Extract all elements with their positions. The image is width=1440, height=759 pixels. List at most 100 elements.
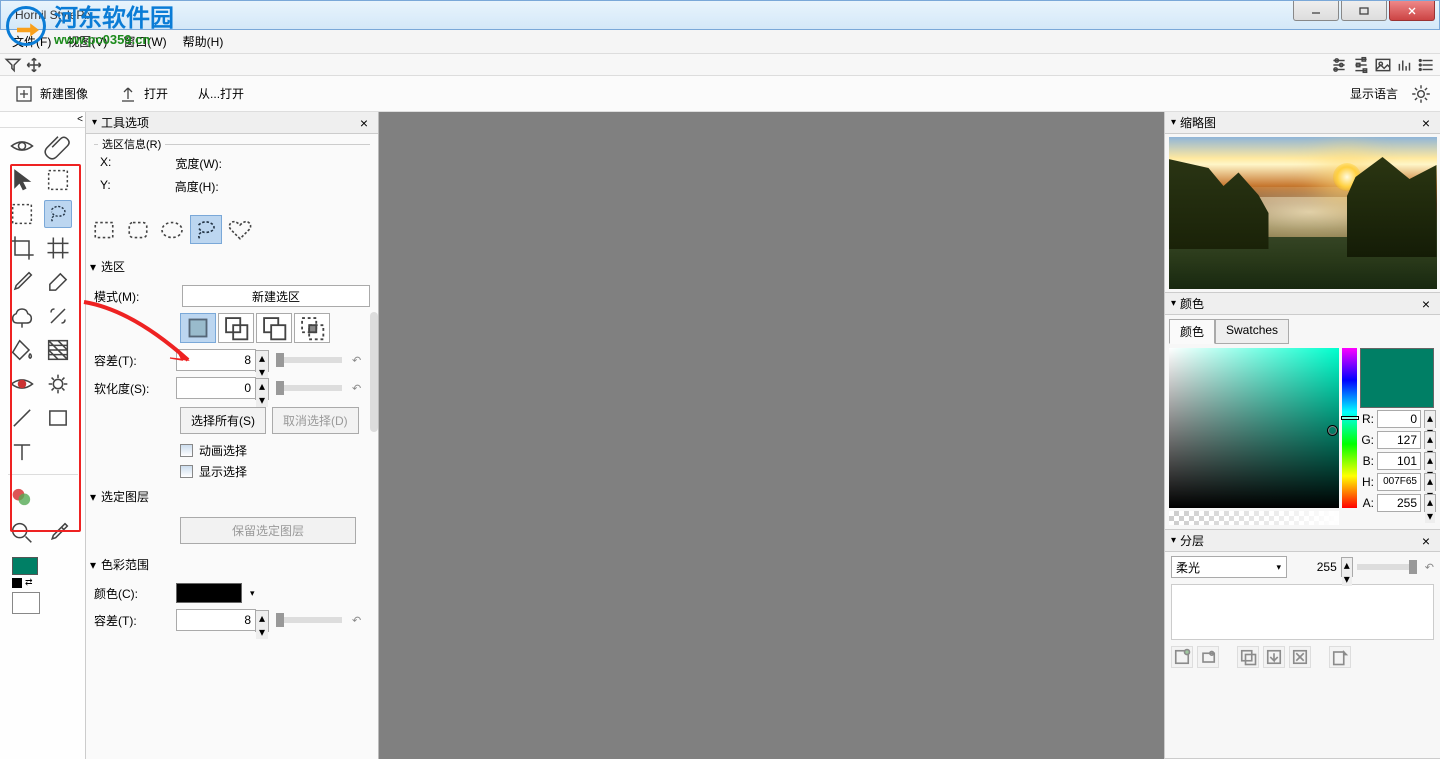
layers-list[interactable] [1171, 584, 1434, 640]
opacity-spin[interactable]: ▴▾ [1341, 557, 1353, 577]
menu-window[interactable]: 窗口(W) [115, 31, 174, 52]
canvas-area[interactable] [379, 112, 1164, 759]
tolerance-slider[interactable] [278, 357, 342, 363]
section-selection[interactable]: ▾选区 [90, 254, 370, 279]
maximize-button[interactable] [1341, 1, 1387, 21]
adjust-icon[interactable] [1352, 57, 1370, 73]
tool-pattern[interactable] [44, 336, 72, 364]
cr-tolerance-reset-icon[interactable]: ↶ [352, 614, 361, 627]
minimize-button[interactable] [1293, 1, 1339, 21]
a-spin[interactable]: ▴▾ [1424, 494, 1436, 512]
menu-file[interactable]: 文件(F) [4, 31, 59, 52]
tolerance-reset-icon[interactable]: ↶ [352, 354, 361, 367]
show-select-checkbox[interactable] [180, 465, 193, 478]
open-button[interactable]: 打开 [112, 80, 174, 108]
section-selected-layer[interactable]: ▾选定图层 [90, 484, 370, 509]
g-spin[interactable]: ▴▾ [1424, 431, 1436, 449]
hue-slider[interactable] [1342, 348, 1357, 508]
close-button[interactable] [1389, 1, 1435, 21]
tool-redeye[interactable] [8, 370, 36, 398]
mode-new[interactable] [180, 313, 216, 343]
foreground-color-swatch[interactable] [12, 557, 38, 575]
delete-layer-button[interactable] [1289, 646, 1311, 668]
mode-intersect[interactable] [294, 313, 330, 343]
select-all-button[interactable]: 选择所有(S) [180, 407, 266, 434]
chevron-down-icon[interactable]: ▾ [1171, 535, 1176, 546]
mode-dropdown[interactable]: 新建选区 [182, 285, 370, 307]
close-panel-button[interactable]: × [356, 115, 372, 131]
tool-lasso[interactable] [44, 200, 72, 228]
new-image-button[interactable]: 新建图像 [8, 80, 94, 108]
tool-rect-select[interactable] [8, 200, 36, 228]
mode-subtract[interactable] [256, 313, 292, 343]
softness-slider[interactable] [278, 385, 342, 391]
opacity-slider[interactable] [1357, 564, 1415, 570]
swap-colors-icon[interactable]: ⇄ [25, 577, 33, 588]
a-input[interactable]: 255 [1377, 494, 1421, 512]
new-layer-button[interactable] [1171, 646, 1193, 668]
collapse-left-icon[interactable]: < [77, 114, 83, 125]
color-tab-color[interactable]: 颜色 [1169, 319, 1215, 344]
options-scrollbar[interactable] [370, 312, 378, 432]
tool-crop[interactable] [8, 234, 36, 262]
deselect-button[interactable]: 取消选择(D) [272, 407, 359, 434]
chevron-down-icon[interactable]: ▾ [1171, 117, 1176, 128]
sliders-icon[interactable] [1330, 57, 1348, 73]
keep-selected-layer-button[interactable]: 保留选定图层 [180, 517, 356, 544]
h-input[interactable]: 007F65 [1377, 473, 1421, 491]
cr-color-swatch[interactable] [176, 583, 242, 603]
alpha-slider[interactable] [1169, 511, 1339, 525]
h-spin[interactable]: ▴▾ [1424, 473, 1436, 491]
tool-eraser[interactable] [44, 268, 72, 296]
menu-view[interactable]: 视图(V) [59, 31, 115, 52]
sv-picker[interactable] [1169, 348, 1339, 508]
image-icon[interactable] [1374, 57, 1392, 73]
tool-marquee-dashed[interactable] [44, 166, 72, 194]
tolerance-input[interactable]: 8▴▾ [176, 349, 256, 371]
layer-props-button[interactable] [1329, 646, 1351, 668]
r-input[interactable]: 0 [1377, 410, 1421, 428]
tool-pointer[interactable] [8, 166, 36, 194]
histogram-icon[interactable] [1396, 57, 1414, 73]
shape-rect-dashed[interactable] [88, 215, 120, 244]
tool-dodge[interactable] [44, 370, 72, 398]
close-layers-panel[interactable]: × [1418, 533, 1434, 549]
blend-mode-select[interactable]: 柔光 ▾ [1171, 556, 1287, 578]
move-icon[interactable] [25, 57, 43, 73]
tool-text[interactable] [8, 438, 36, 466]
new-group-button[interactable] [1197, 646, 1219, 668]
list-icon[interactable] [1418, 57, 1436, 73]
mode-add[interactable] [218, 313, 254, 343]
tool-grid[interactable] [44, 234, 72, 262]
current-color-swatch[interactable] [1360, 348, 1434, 408]
display-language-label[interactable]: 显示语言 [1350, 85, 1398, 102]
merge-down-button[interactable] [1263, 646, 1285, 668]
tool-attachment[interactable] [44, 132, 72, 160]
r-spin[interactable]: ▴▾ [1424, 410, 1436, 428]
tool-brush[interactable] [8, 268, 36, 296]
cr-tolerance-slider[interactable] [278, 617, 342, 623]
tool-clone[interactable] [8, 302, 36, 330]
shape-lasso[interactable] [190, 215, 222, 244]
close-color-panel[interactable]: × [1418, 296, 1434, 312]
b-spin[interactable]: ▴▾ [1424, 452, 1436, 470]
filter-icon[interactable] [4, 57, 22, 73]
tool-line[interactable] [8, 404, 36, 432]
open-from-button[interactable]: 从...打开 [192, 81, 250, 106]
b-input[interactable]: 101 [1377, 452, 1421, 470]
thumbnail-image[interactable] [1169, 137, 1437, 289]
shape-rounded-rect[interactable] [122, 215, 154, 244]
anim-select-checkbox[interactable] [180, 444, 193, 457]
tool-zoom[interactable] [8, 519, 36, 547]
chevron-down-icon[interactable]: ▾ [1171, 298, 1176, 309]
color-tab-swatches[interactable]: Swatches [1215, 319, 1289, 344]
cr-tolerance-input[interactable]: 8▴▾ [176, 609, 256, 631]
shape-ellipse[interactable] [156, 215, 188, 244]
menu-help[interactable]: 帮助(H) [175, 31, 232, 52]
chevron-down-icon[interactable]: ▾ [92, 117, 97, 128]
tool-view[interactable] [8, 132, 36, 160]
g-input[interactable]: 127 [1377, 431, 1421, 449]
tool-rectangle[interactable] [44, 404, 72, 432]
section-color-range[interactable]: ▾色彩范围 [90, 552, 370, 577]
softness-input[interactable]: 0▴▾ [176, 377, 256, 399]
